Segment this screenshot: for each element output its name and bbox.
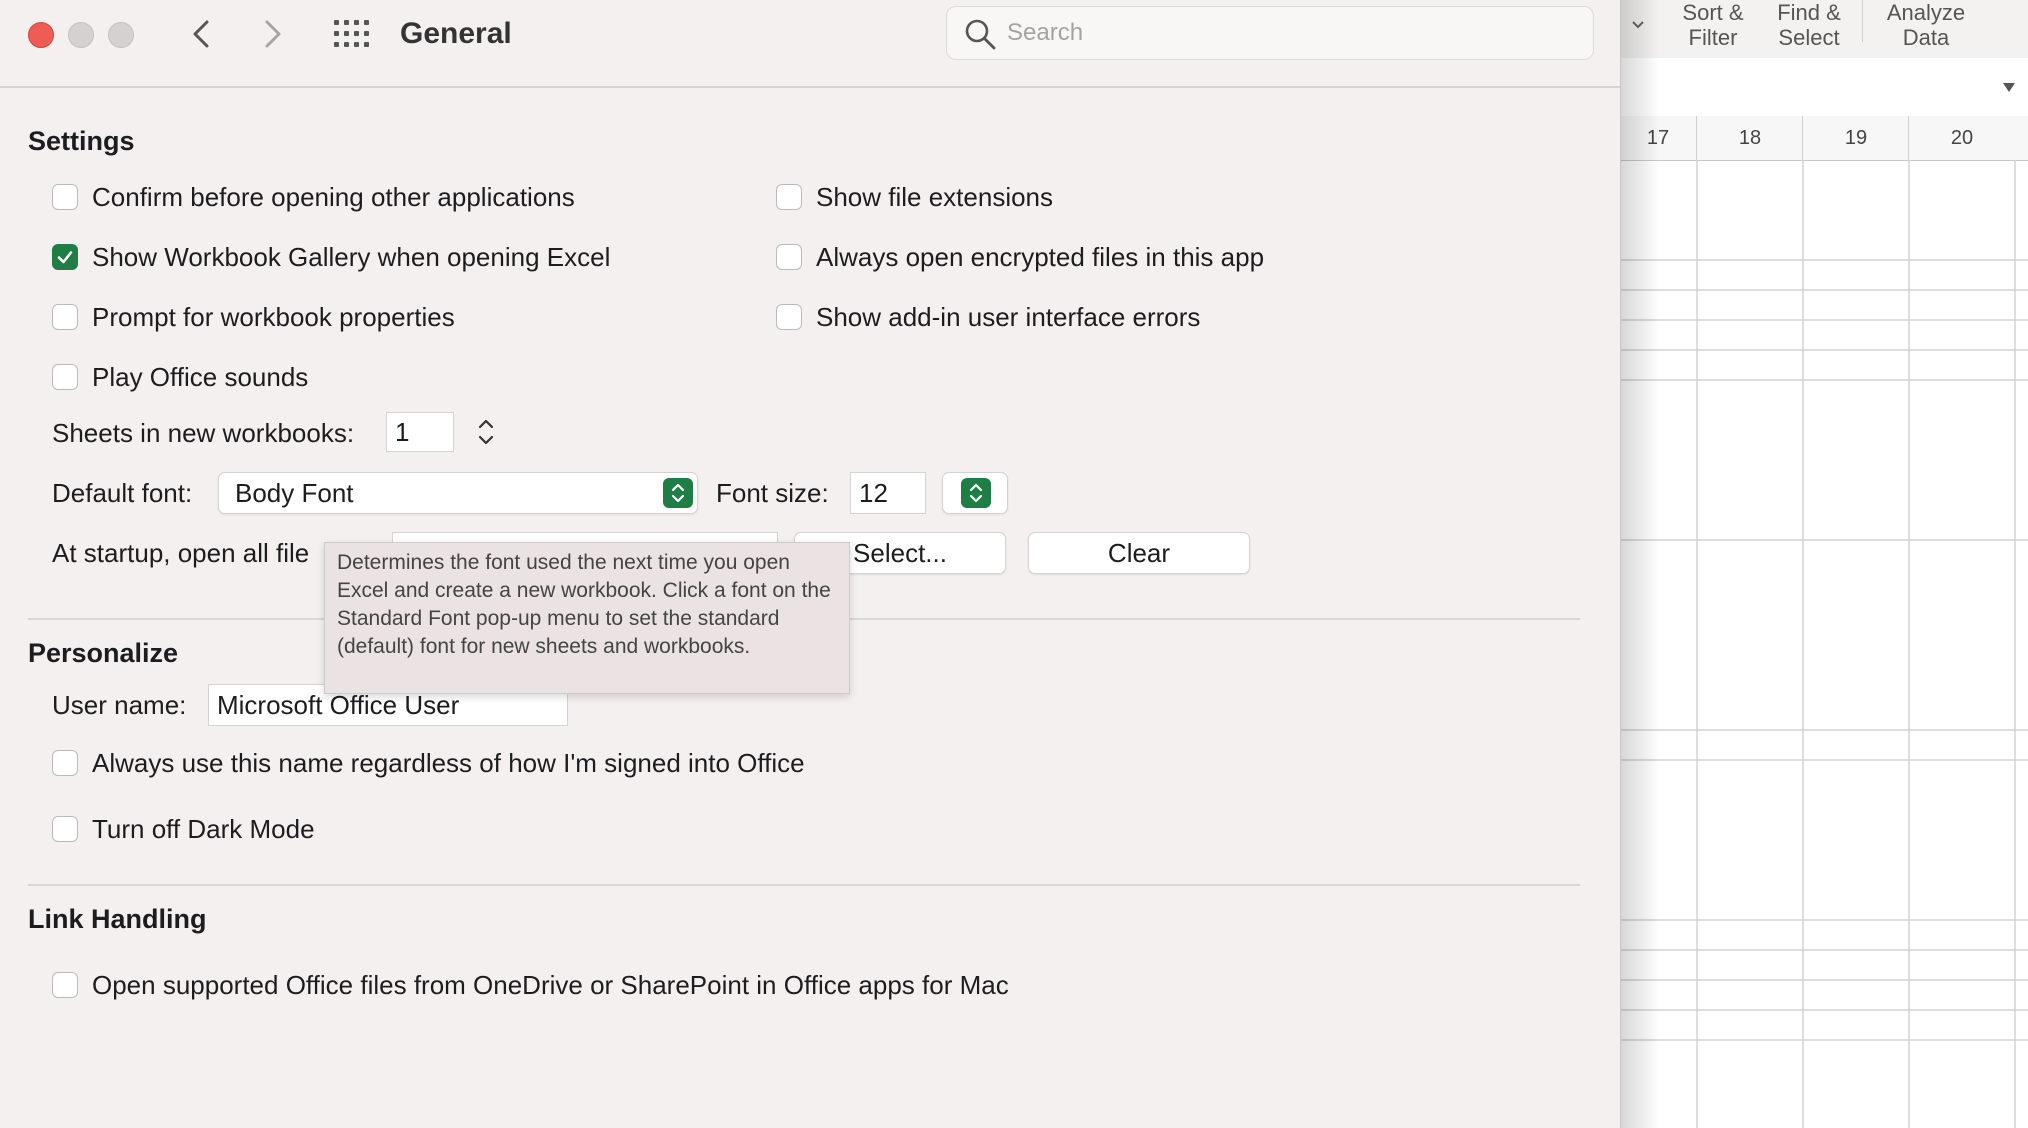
checkbox-label: Open supported Office files from OneDriv… bbox=[92, 969, 1009, 1000]
sheets-stepper[interactable] bbox=[472, 412, 500, 452]
expand-formula-icon[interactable] bbox=[2000, 78, 2018, 96]
checkmark-icon bbox=[57, 251, 73, 264]
clear-button[interactable]: Clear bbox=[1028, 532, 1250, 574]
turn-off-dark-mode-checkbox-row[interactable]: Turn off Dark Mode bbox=[52, 812, 315, 846]
checkbox-label: Always use this name regardless of how I… bbox=[92, 747, 805, 778]
sort-filter-button[interactable]: Sort & Filter bbox=[1658, 0, 1768, 50]
search-icon bbox=[965, 19, 996, 50]
show-addin-errors-checkbox-row[interactable]: Show add-in user interface errors bbox=[776, 300, 1200, 334]
default-font-tooltip: Determines the font used the next time y… bbox=[324, 542, 850, 694]
forward-arrow-icon[interactable] bbox=[252, 14, 292, 54]
user-name-label: User name: bbox=[52, 690, 187, 720]
column-header[interactable]: 19 bbox=[1802, 116, 1909, 160]
checkbox-label: Always open encrypted files in this app bbox=[816, 241, 1265, 272]
title-bar: General bbox=[0, 0, 1620, 88]
checkbox[interactable] bbox=[52, 184, 78, 210]
analyze-data-button[interactable]: Analyze Data bbox=[1866, 0, 1986, 50]
checkbox[interactable] bbox=[52, 750, 78, 776]
updown-arrows-icon bbox=[663, 478, 693, 508]
startup-folder-label: At startup, open all file bbox=[52, 538, 310, 568]
always-use-name-checkbox-row[interactable]: Always use this name regardless of how I… bbox=[52, 746, 805, 780]
preferences-window: General Settings Confirm before opening … bbox=[0, 0, 1621, 1128]
checkbox-label: Show file extensions bbox=[816, 181, 1054, 212]
cell-grid[interactable] bbox=[1620, 160, 2028, 1128]
sheets-count-field[interactable] bbox=[386, 412, 454, 452]
checkbox-label: Show add-in user interface errors bbox=[816, 301, 1201, 332]
checkbox[interactable] bbox=[52, 304, 78, 330]
always-open-encrypted-checkbox-row[interactable]: Always open encrypted files in this app bbox=[776, 240, 1264, 274]
sheets-in-new-workbooks-label: Sheets in new workbooks: bbox=[52, 418, 355, 448]
play-office-sounds-checkbox-row[interactable]: Play Office sounds bbox=[52, 360, 308, 394]
font-size-field[interactable] bbox=[850, 472, 926, 514]
personalize-section-title: Personalize bbox=[28, 638, 179, 668]
column-header[interactable]: 18 bbox=[1696, 116, 1803, 160]
show-workbook-gallery-checkbox-row[interactable]: Show Workbook Gallery when opening Excel bbox=[52, 240, 610, 274]
checkbox[interactable] bbox=[776, 244, 802, 270]
column-headers: 17 18 19 20 bbox=[1620, 116, 2028, 161]
section-divider bbox=[28, 884, 1580, 886]
default-font-value: Body Font bbox=[235, 478, 354, 508]
search-input[interactable] bbox=[1007, 15, 1567, 51]
checkbox[interactable] bbox=[52, 364, 78, 390]
ribbon-separator bbox=[1862, 0, 1863, 42]
checkbox-label: Prompt for workbook properties bbox=[92, 301, 455, 332]
link-handling-section-title: Link Handling bbox=[28, 904, 207, 934]
find-select-button[interactable]: Find & Select bbox=[1754, 0, 1864, 50]
formula-bar[interactable] bbox=[1620, 58, 2028, 117]
zoom-window-button[interactable] bbox=[108, 22, 134, 48]
font-size-label: Font size: bbox=[716, 478, 829, 508]
checkbox[interactable] bbox=[52, 816, 78, 842]
checkbox[interactable] bbox=[776, 184, 802, 210]
window-title: General bbox=[400, 17, 512, 50]
confirm-before-opening-checkbox-row[interactable]: Confirm before opening other application… bbox=[52, 180, 575, 214]
checkbox[interactable] bbox=[52, 972, 78, 998]
checkbox-label: Show Workbook Gallery when opening Excel bbox=[92, 241, 611, 272]
prompt-workbook-properties-checkbox-row[interactable]: Prompt for workbook properties bbox=[52, 300, 455, 334]
checkbox-label: Play Office sounds bbox=[92, 361, 309, 392]
checkbox-label: Confirm before opening other application… bbox=[92, 181, 575, 212]
default-font-label: Default font: bbox=[52, 478, 193, 508]
back-arrow-icon[interactable] bbox=[182, 14, 222, 54]
checkbox-checked[interactable] bbox=[52, 244, 78, 270]
open-onedrive-files-checkbox-row[interactable]: Open supported Office files from OneDriv… bbox=[52, 968, 1009, 1002]
checkbox[interactable] bbox=[776, 304, 802, 330]
font-size-popup[interactable] bbox=[942, 472, 1008, 514]
default-font-popup[interactable]: Body Font bbox=[218, 472, 698, 514]
updown-arrows-icon bbox=[961, 478, 991, 508]
search-box[interactable] bbox=[946, 6, 1594, 60]
show-all-grid-icon[interactable] bbox=[332, 18, 372, 50]
window-shadow bbox=[1620, 0, 1660, 1128]
close-window-button[interactable] bbox=[28, 22, 54, 48]
settings-section-title: Settings bbox=[28, 126, 135, 156]
spreadsheet-background: Sort & Filter Find & Select Analyze Data… bbox=[1620, 0, 2028, 1128]
ribbon: Sort & Filter Find & Select Analyze Data bbox=[1620, 0, 2028, 59]
checkbox-label: Turn off Dark Mode bbox=[92, 813, 315, 844]
show-file-extensions-checkbox-row[interactable]: Show file extensions bbox=[776, 180, 1053, 214]
column-header[interactable]: 20 bbox=[1908, 116, 2015, 160]
minimize-window-button[interactable] bbox=[68, 22, 94, 48]
